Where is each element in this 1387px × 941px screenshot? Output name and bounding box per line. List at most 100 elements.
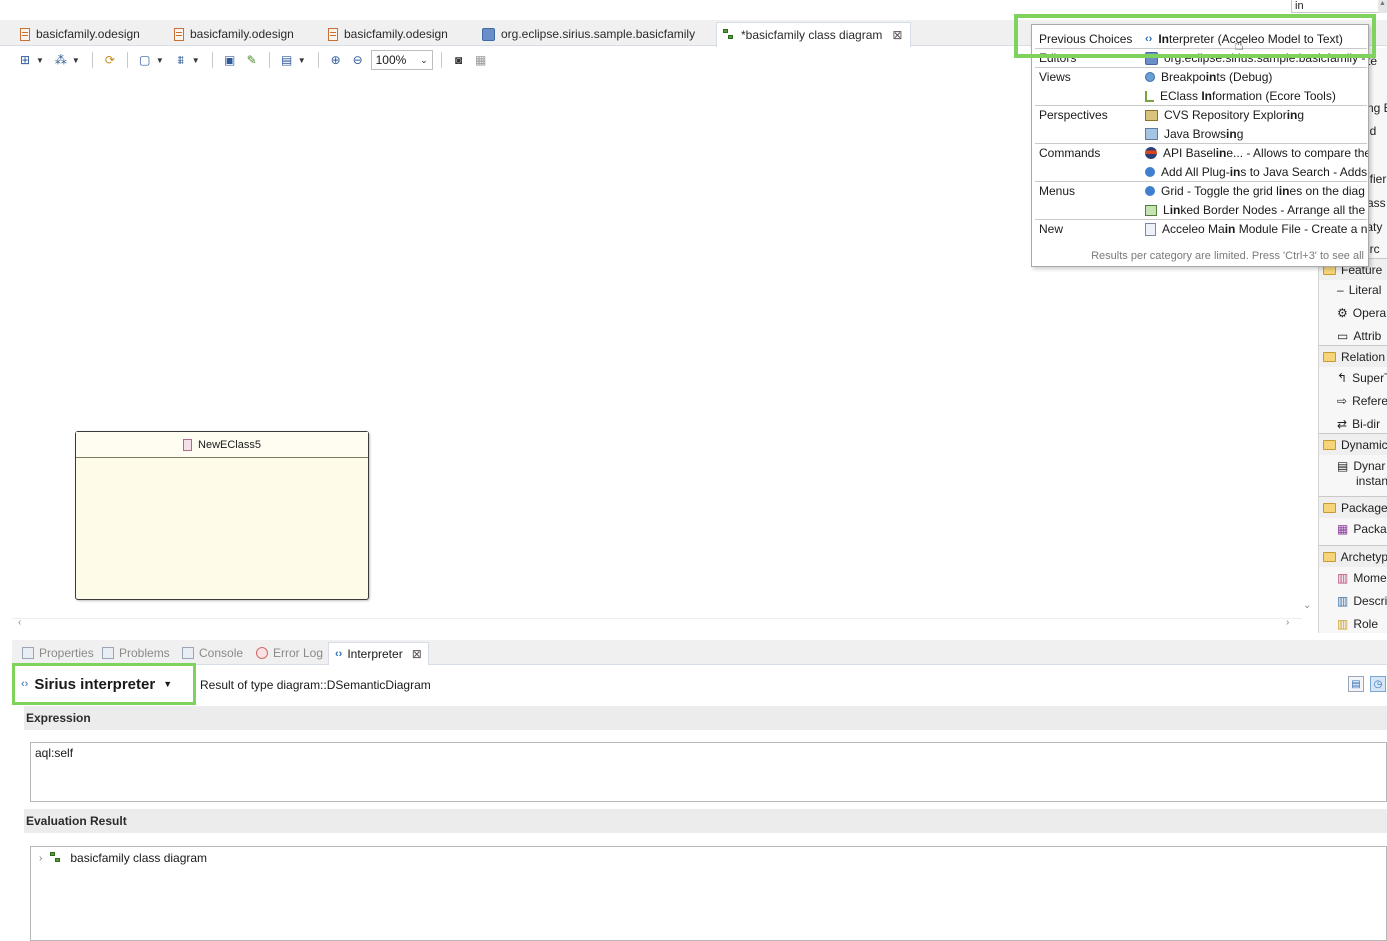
- zoom-select[interactable]: 100% ⌄: [370, 50, 433, 70]
- scroll-left-icon[interactable]: ‹: [18, 617, 21, 628]
- tab-basicfamily-odesign-3[interactable]: basicfamily.odesign: [322, 22, 456, 46]
- chevron-down-icon: ▼: [163, 679, 173, 689]
- tree-icon: [1145, 90, 1154, 102]
- eclass-node[interactable]: NewEClass5: [75, 431, 369, 600]
- palette-item-reference[interactable]: ⇨ Refere: [1337, 394, 1387, 408]
- layers-icon[interactable]: ▢: [136, 51, 154, 69]
- quick-access-item[interactable]: Add All Plug-ins to Java Search - Adds: [1145, 165, 1367, 179]
- export-image-icon[interactable]: ▣: [221, 51, 239, 69]
- evaluation-result-tree[interactable]: › basicfamily class diagram: [30, 846, 1387, 941]
- filter-icon[interactable]: ⩩: [172, 51, 190, 69]
- chevron-down-icon[interactable]: ▼: [72, 56, 80, 65]
- save-icon[interactable]: ▤: [1348, 676, 1364, 692]
- close-icon[interactable]: ⊠: [892, 28, 902, 42]
- quick-access-item-label: Acceleo Main Module File - Create a n: [1162, 222, 1368, 236]
- realtime-icon[interactable]: ◷: [1370, 676, 1386, 692]
- tab-interpreter[interactable]: ‹› Interpreter ⊠: [328, 642, 429, 665]
- chevron-right-icon[interactable]: ›: [39, 853, 42, 864]
- palette-item-bidirectional[interactable]: ⇄ Bi-dir: [1337, 417, 1380, 431]
- quick-access-result[interactable]: Menus Grid - Toggle the grid lines on the…: [1032, 182, 1368, 201]
- chevron-down-icon[interactable]: ▼: [192, 56, 200, 65]
- close-icon[interactable]: ⊠: [412, 647, 422, 661]
- quick-access-item[interactable]: Grid - Toggle the grid lines on the diag: [1145, 184, 1365, 198]
- paste-format-icon[interactable]: ▤: [278, 51, 296, 69]
- quick-access-item[interactable]: org.eclipse.sirius.sample.basicfamily -: [1145, 51, 1365, 65]
- tab-basicfamily-project[interactable]: org.eclipse.sirius.sample.basicfamily: [476, 22, 703, 46]
- tab-label: org.eclipse.sirius.sample.basicfamily: [501, 27, 696, 41]
- palette-item-operation[interactable]: ⚙ Opera: [1337, 306, 1386, 320]
- interpreter-selector[interactable]: ‹› Sirius interpreter ▼: [12, 663, 196, 705]
- java-browsing-icon: [1145, 128, 1158, 140]
- scroll-down-icon[interactable]: ⌄: [1303, 600, 1311, 611]
- quick-access-item[interactable]: CVS Repository Exploring: [1145, 108, 1304, 122]
- package-icon: ▦: [1337, 522, 1349, 536]
- palette-item-label: Mome: [1353, 571, 1387, 585]
- interpreter-icon: ‹›: [1145, 33, 1153, 45]
- chevron-down-icon[interactable]: ▼: [36, 56, 44, 65]
- quick-access-item-label: Add All Plug-ins to Java Search - Adds: [1161, 165, 1368, 179]
- zoom-out-icon[interactable]: ⊖: [349, 51, 367, 69]
- palette-item-dynamic-instance[interactable]: ▤ Dynar: [1337, 459, 1385, 473]
- supertype-icon: ↰: [1337, 371, 1348, 385]
- palette-item-role[interactable]: ▥ Role: [1337, 617, 1378, 631]
- horizontal-scrollbar[interactable]: ‹ ›: [12, 617, 1302, 630]
- quick-access-result[interactable]: Previous Choices ‹› Interpreter (Acceleo M…: [1032, 30, 1368, 49]
- expression-input[interactable]: aql:self: [30, 742, 1387, 802]
- quick-access-result[interactable]: Commands API Baseline... - Allows to comp…: [1032, 144, 1368, 163]
- quick-access-result[interactable]: Add All Plug-ins to Java Search - Adds: [1032, 163, 1368, 182]
- palette-item-literal[interactable]: – Literal: [1337, 283, 1381, 297]
- palette-item-label: Role: [1353, 617, 1379, 631]
- refresh-icon[interactable]: ⟳: [101, 51, 119, 69]
- palette-item-description[interactable]: ▥ Descri: [1337, 594, 1387, 608]
- zoom-in-icon[interactable]: ⊕: [327, 51, 345, 69]
- quick-access-item[interactable]: Breakpoints (Debug): [1145, 70, 1272, 84]
- quick-access-result[interactable]: Perspectives CVS Repository Exploring: [1032, 106, 1368, 125]
- quick-access-result[interactable]: Java Browsing: [1032, 125, 1368, 144]
- tab-error-log[interactable]: Error Log: [250, 642, 329, 664]
- arrange-icon[interactable]: ⁂: [52, 51, 70, 69]
- chevron-down-icon[interactable]: ▼: [156, 56, 164, 65]
- palette-item-package[interactable]: ▦ Packa: [1337, 522, 1387, 536]
- quick-access-result[interactable]: EClass Information (Ecore Tools): [1032, 87, 1368, 106]
- palette-drawer-package[interactable]: Package: [1319, 496, 1387, 518]
- palette-item-label: Attrib: [1353, 329, 1382, 343]
- palette-item-attribute[interactable]: ▭ Attrib: [1337, 329, 1381, 343]
- palette-drawer-dynamic[interactable]: Dynamic: [1319, 433, 1387, 455]
- palette-drawer-relation[interactable]: Relation: [1319, 345, 1387, 367]
- camera-icon[interactable]: ◙: [450, 51, 468, 69]
- tree-item[interactable]: › basicfamily class diagram: [39, 851, 207, 865]
- tab-basicfamily-odesign-2[interactable]: basicfamily.odesign: [168, 22, 302, 46]
- tab-problems[interactable]: Problems: [96, 642, 176, 664]
- chevron-down-icon[interactable]: ▼: [298, 56, 306, 65]
- palette-drawer-label: Archetyp: [1340, 549, 1387, 564]
- quick-access-result[interactable]: Editors org.eclipse.sirius.sample.basicfa…: [1032, 49, 1368, 68]
- palette-item-supertype[interactable]: ↰ SuperT: [1337, 371, 1387, 385]
- quick-access-result[interactable]: Views Breakpoints (Debug): [1032, 68, 1368, 87]
- quick-access-result[interactable]: Linked Border Nodes - Arrange all the: [1032, 201, 1368, 220]
- tab-class-diagram[interactable]: *basicfamily class diagram ⊠: [716, 22, 912, 47]
- folder-icon: [1323, 551, 1336, 562]
- quick-access-item[interactable]: ‹› Interpreter (Acceleo Model to Text): [1145, 32, 1343, 46]
- palette-item-moment[interactable]: ▥ Mome: [1337, 571, 1387, 585]
- quick-access-item[interactable]: Linked Border Nodes - Arrange all the: [1145, 203, 1365, 217]
- quick-access-item[interactable]: EClass Information (Ecore Tools): [1145, 89, 1336, 103]
- quick-access-item[interactable]: Acceleo Main Module File - Create a n: [1145, 222, 1367, 236]
- quick-access-item[interactable]: Java Browsing: [1145, 127, 1243, 141]
- palette-drawer-label: Dynamic: [1341, 437, 1387, 452]
- quick-access-result[interactable]: New Acceleo Main Module File - Create a n: [1032, 220, 1368, 239]
- result-type-label: Result of type diagram::DSemanticDiagram: [200, 678, 431, 692]
- scroll-right-icon[interactable]: ›: [1286, 617, 1289, 628]
- pin-icon[interactable]: ✎: [243, 51, 261, 69]
- select-all-icon[interactable]: ⊞: [16, 51, 34, 69]
- palette-drawer-archetype[interactable]: Archetyp: [1319, 545, 1387, 567]
- tab-basicfamily-odesign-1[interactable]: basicfamily.odesign: [14, 22, 148, 46]
- eclass-name: NewEClass5: [198, 438, 261, 451]
- layout-icon[interactable]: ▦: [472, 51, 490, 69]
- result-section-header: Evaluation Result: [24, 809, 1387, 833]
- tab-properties[interactable]: Properties: [16, 642, 100, 664]
- palette-item-label: Bi-dir: [1352, 417, 1381, 431]
- quick-access-scroll[interactable]: ▲: [1378, 0, 1387, 13]
- quick-access-item[interactable]: API Baseline... - Allows to compare the …: [1145, 146, 1368, 160]
- tab-console[interactable]: Console: [176, 642, 249, 664]
- quick-access-input[interactable]: in: [1291, 0, 1379, 13]
